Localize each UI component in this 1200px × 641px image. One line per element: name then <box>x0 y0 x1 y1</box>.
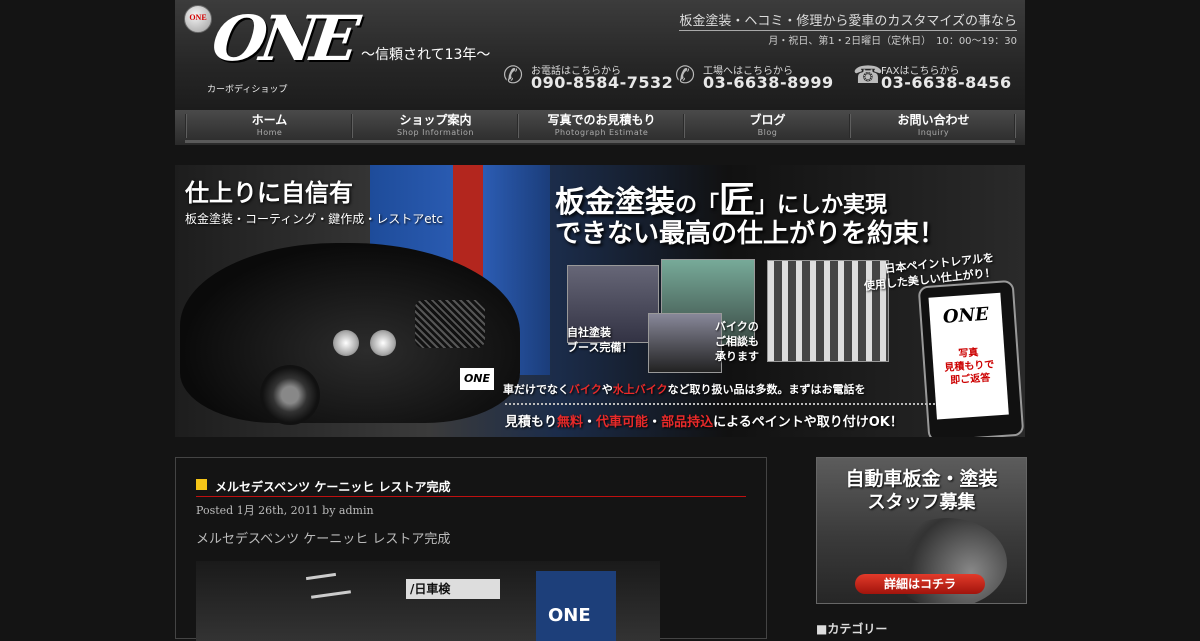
post-body: メルセデスベンツ ケーニッヒ レストア完成 <box>196 532 451 547</box>
shop-sign: /日車検 <box>406 579 500 599</box>
nav-label: ホーム <box>251 113 288 127</box>
car-headlight <box>333 330 359 356</box>
phone-icon: ✆ <box>503 61 524 89</box>
banner-dotted-divider <box>505 403 935 405</box>
phone-logo: ONE <box>942 303 990 328</box>
contact-fax[interactable]: ☎ FAXはこちらから 03-6638-8456 <box>853 60 1018 94</box>
car-headlight <box>370 330 396 356</box>
post-title[interactable]: メルセデスベンツ ケーニッヒ レストア完成 <box>196 478 451 495</box>
category-heading: ■カテゴリー <box>816 622 888 636</box>
banner-left-title: 仕上りに自信有 <box>185 179 353 207</box>
banner-left-subtitle: 板金塗装・コーティング・鍵作成・レストアetc <box>185 212 443 226</box>
nav-label: 写真でのお見積もり <box>547 113 656 127</box>
car-grille <box>415 300 485 348</box>
banner-line-2: 見積もり無料・代車可能・部品持込によるペイントや取り付けOK！ <box>505 415 903 430</box>
nav-underline <box>185 140 1015 143</box>
badge-logo-icon[interactable]: ONE <box>184 5 212 33</box>
banner-headline-2: できない最高の仕上がりを約束！ <box>555 219 946 249</box>
recruit-details-button[interactable]: 詳細はコチラ <box>855 574 985 594</box>
phone-text: 写真 見積もりで 即ご返答 <box>944 347 995 387</box>
ceiling-light <box>305 572 337 581</box>
scooter-photo <box>648 313 722 373</box>
contact-number: 03-6638-8999 <box>703 73 834 92</box>
recruit-banner[interactable]: 自動車板金・塗装 スタッフ募集 詳細はコチラ <box>816 457 1027 604</box>
nav-item-inquiry[interactable]: お問い合わせ Inquiry <box>851 113 1016 140</box>
caption-bike: バイクの ご相談も 承ります <box>715 320 759 363</box>
contact-mobile[interactable]: ✆ お電話はこちらから 090-8584-7532 <box>503 60 673 94</box>
fax-icon: ☎ <box>853 61 883 89</box>
contact-number: 03-6638-8456 <box>881 73 1012 92</box>
nav-separator <box>1014 114 1016 138</box>
tagline: 〜信頼されて13年〜 <box>361 47 491 63</box>
business-hours: 月・祝日、第1・2日曜日（定休日） 10：00～19：30 <box>768 36 1017 47</box>
nav-sublabel: Photograph Estimate <box>554 128 649 137</box>
banner-line-1: 車だけでなくバイクや水上バイクなど取り扱い品は多数。まずはお電話を <box>503 383 866 396</box>
car-wheel <box>260 365 320 425</box>
nav-item-blog[interactable]: ブログ Blog <box>685 113 850 140</box>
license-plate: ONE <box>460 368 494 390</box>
badge-text: ONE <box>189 13 207 22</box>
shop-sign-one: ONE <box>536 571 616 641</box>
phone-icon: ✆ <box>675 61 696 89</box>
main-nav: ホーム Home ショップ案内 Shop Information 写真でのお見積… <box>175 110 1025 145</box>
post-image[interactable]: /日車検 ONE <box>196 561 660 641</box>
nav-sublabel: Blog <box>757 128 778 137</box>
post-meta: Posted 1月 26th, 2011 by admin <box>196 504 374 517</box>
post-title-text[interactable]: メルセデスベンツ ケーニッヒ レストア完成 <box>215 480 451 494</box>
nav-item-shop[interactable]: ショップ案内 Shop Information <box>353 113 518 140</box>
site-header: ONE ONE カーボディショップ 〜信頼されて13年〜 板金塗装・ヘコミ・修理… <box>175 0 1025 110</box>
blog-post: メルセデスベンツ ケーニッヒ レストア完成 Posted 1月 26th, 20… <box>175 457 767 641</box>
nav-label: お問い合わせ <box>897 113 970 127</box>
nav-sublabel: Home <box>256 128 283 137</box>
bullet-square-icon <box>196 479 207 490</box>
post-title-rule <box>196 496 746 497</box>
caption-booth: 自社塗装 ブース完備！ <box>567 326 633 354</box>
logo-subtitle: カーボディショップ <box>207 85 288 95</box>
nav-label: ショップ案内 <box>399 113 472 127</box>
smartphone-graphic: ONE 写真 見積もりで 即ご返答 <box>917 279 1025 437</box>
site-logo[interactable]: ONE <box>208 2 358 75</box>
recruit-subtitle: スタッフ募集 <box>867 492 976 513</box>
recruit-title: 自動車板金・塗装 <box>845 468 998 490</box>
nav-label: ブログ <box>749 113 786 127</box>
nav-item-estimate[interactable]: 写真でのお見積もり Photograph Estimate <box>519 113 684 140</box>
contact-factory[interactable]: ✆ 工場へはこちらから 03-6638-8999 <box>675 60 835 94</box>
phone-screen: ONE 写真 見積もりで 即ご返答 <box>928 292 1009 420</box>
header-top-link[interactable]: 板金塗装・ヘコミ・修理から愛車のカスタマイズの事なら <box>679 10 1017 31</box>
hero-banner[interactable]: ONE 仕上りに自信有 板金塗装・コーティング・鍵作成・レストアetc 板金塗装… <box>175 165 1025 437</box>
nav-item-home[interactable]: ホーム Home <box>187 113 352 140</box>
nav-sublabel: Inquiry <box>917 128 950 137</box>
nav-sublabel: Shop Information <box>397 128 474 137</box>
contact-number: 090-8584-7532 <box>531 73 674 92</box>
page-wrapper: ONE ONE カーボディショップ 〜信頼されて13年〜 板金塗装・ヘコミ・修理… <box>175 0 1027 641</box>
ceiling-light <box>310 590 352 599</box>
